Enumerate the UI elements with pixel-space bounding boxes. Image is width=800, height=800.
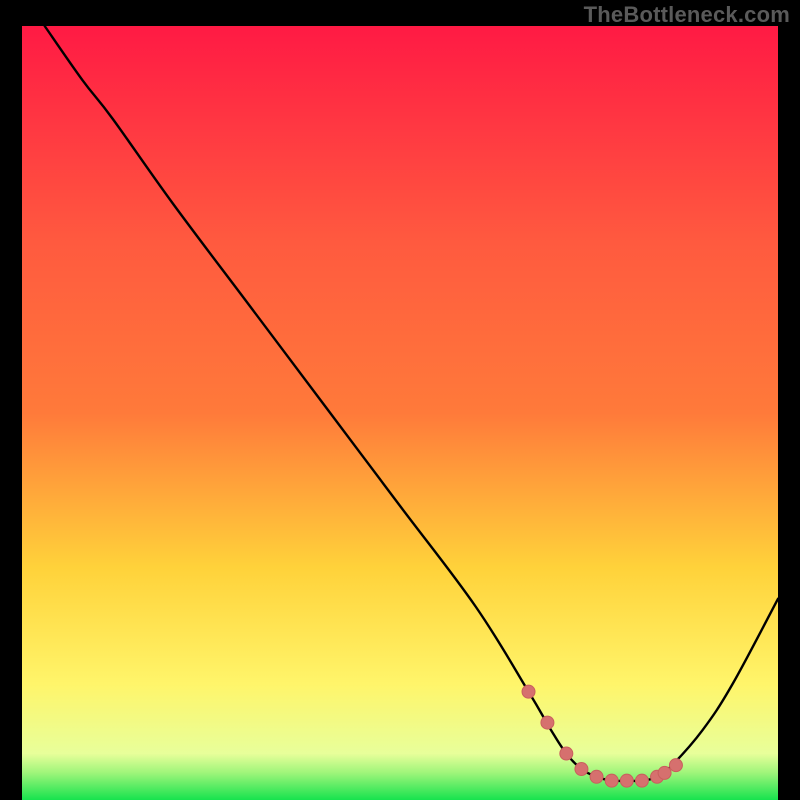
marker-dot — [658, 766, 671, 779]
marker-dot — [560, 747, 573, 760]
marker-dot — [541, 716, 554, 729]
bottleneck-chart — [0, 0, 800, 800]
marker-dot — [635, 774, 648, 787]
marker-dot — [605, 774, 618, 787]
marker-dot — [522, 685, 535, 698]
gradient-background — [22, 26, 778, 800]
marker-dot — [669, 759, 682, 772]
marker-dot — [590, 770, 603, 783]
watermark-text: TheBottleneck.com — [584, 2, 790, 28]
chart-frame: TheBottleneck.com — [0, 0, 800, 800]
marker-dot — [575, 763, 588, 776]
marker-dot — [620, 774, 633, 787]
